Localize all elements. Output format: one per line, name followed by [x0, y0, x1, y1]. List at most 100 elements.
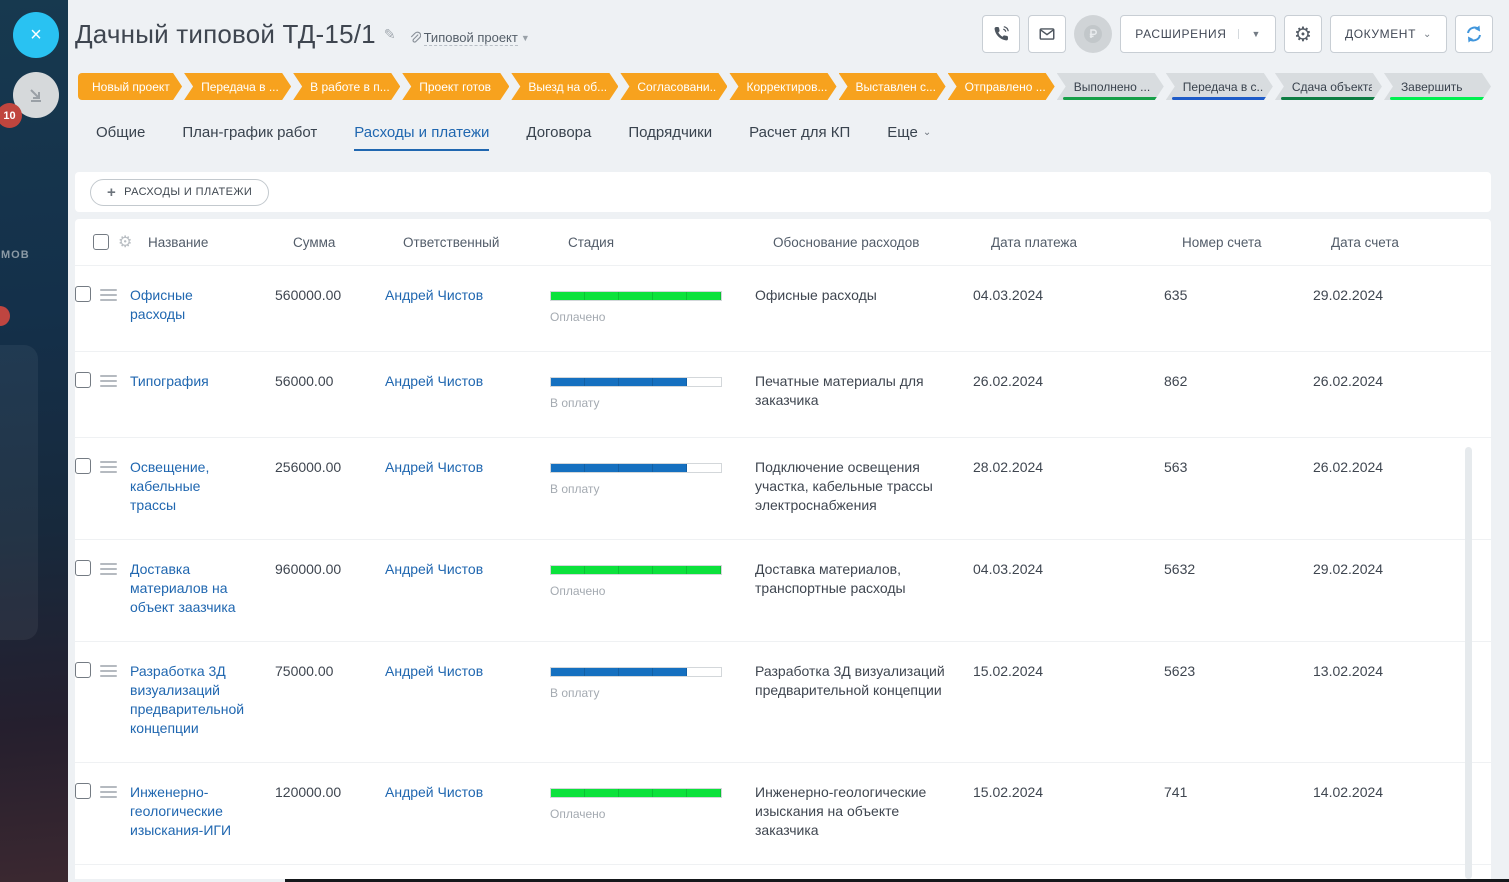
invoice-number-cell: 862 [1164, 373, 1188, 389]
stage-progress-bar [550, 667, 722, 677]
tab-Расходы и платежи[interactable]: Расходы и платежи [354, 124, 490, 151]
row-menu-icon[interactable] [100, 563, 117, 575]
expense-name-link[interactable]: Доставка материалов на объект заазчика [130, 560, 242, 617]
row-checkbox[interactable] [75, 372, 91, 388]
column-header[interactable]: Обоснование расходов [773, 235, 991, 250]
responsible-cell: Андрей Чистов [385, 372, 550, 391]
table-row: Офисные расходы 560000.00 Андрей Чистов Опл… [75, 265, 1491, 351]
expense-name-link[interactable]: Разработка 3Д визуализаций предварительн… [130, 662, 244, 738]
row-menu-icon[interactable] [100, 375, 117, 387]
column-header[interactable]: Название [148, 235, 293, 250]
vertical-scrollbar[interactable] [1465, 447, 1472, 879]
stage-chip[interactable]: Отправлено ... [948, 73, 1055, 100]
stage-chip[interactable]: Выезд на об... [511, 73, 618, 100]
stage-progress-fill [551, 668, 687, 676]
stage-chip[interactable]: Передача в с... [1166, 73, 1273, 100]
expense-name-link[interactable]: Инженерно-геологические изыскания-ИГИ [130, 783, 242, 840]
document-button[interactable]: ДОКУМЕНТ ⌄ [1330, 15, 1447, 53]
row-menu-icon[interactable] [100, 786, 117, 798]
add-expense-label: РАСХОДЫ И ПЛАТЕЖИ [124, 186, 253, 198]
stage-chip[interactable]: Выставлен с... [839, 73, 946, 100]
table-settings-gear-icon[interactable]: ⚙ [118, 232, 148, 252]
tab-Еще[interactable]: Еще ⌄ [887, 124, 931, 151]
stage-chip-label: Выставлен с... [855, 79, 936, 94]
chevron-down-icon: ⌄ [922, 127, 932, 138]
responsible-link[interactable]: Андрей Чистов [385, 662, 483, 681]
stage-chip-label: Согласовани... [637, 79, 718, 94]
tab-Подрядчики[interactable]: Подрядчики [628, 124, 712, 151]
responsible-link[interactable]: Андрей Чистов [385, 372, 483, 391]
responsible-link[interactable]: Андрей Чистов [385, 286, 483, 305]
sum-cell: 56000.00 [275, 373, 334, 389]
row-checkbox[interactable] [75, 560, 91, 576]
row-menu-icon[interactable] [100, 665, 117, 677]
stage-cell: В оплату [550, 372, 755, 413]
topbar: Дачный типовой ТД-15/1 ✎ Типовой проект … [68, 0, 1509, 53]
name-cell: Офисные расходы [130, 286, 275, 324]
extensions-caret-icon[interactable]: ▼ [1238, 29, 1261, 39]
stage-chip-label: Выполнено ... [1073, 79, 1151, 94]
responsible-link[interactable]: Андрей Чистов [385, 783, 483, 802]
select-all-checkbox[interactable] [93, 234, 109, 250]
settings-button[interactable]: ⚙ [1284, 15, 1322, 53]
name-cell: Освещение, кабельные трассы [130, 458, 275, 515]
column-header[interactable]: Дата платежа [991, 235, 1182, 250]
paperclip-icon [410, 31, 421, 43]
stage-chip[interactable]: Согласовани... [620, 73, 727, 100]
document-label: ДОКУМЕНТ [1345, 27, 1417, 41]
close-button[interactable]: × [13, 12, 59, 58]
expand-button[interactable] [1455, 15, 1493, 53]
edit-pencil-icon[interactable]: ✎ [384, 26, 396, 43]
row-checkbox[interactable] [75, 783, 91, 799]
screen: × 10 МОВ Дачный типовой ТД-15/1 ✎ Типово… [0, 0, 1509, 882]
column-header[interactable]: Дата счета [1331, 235, 1491, 250]
tab-label: Еще [887, 124, 918, 141]
main-area: Дачный типовой ТД-15/1 ✎ Типовой проект … [68, 0, 1509, 882]
payment-date-cell: 26.02.2024 [973, 373, 1044, 389]
add-expense-button[interactable]: + РАСХОДЫ И ПЛАТЕЖИ [90, 178, 270, 206]
stage-chip[interactable]: Корректиров... [729, 73, 836, 100]
extensions-button[interactable]: РАСШИРЕНИЯ ▼ [1120, 15, 1276, 53]
stage-chip[interactable]: В работе в п... [293, 73, 400, 100]
ruble-circle-icon [1084, 25, 1103, 43]
stage-chip[interactable]: Сдача объекта [1275, 73, 1382, 100]
row-checkbox[interactable] [75, 286, 91, 302]
row-menu-icon[interactable] [100, 289, 117, 301]
project-type-link[interactable]: Типовой проект ▼ [408, 24, 530, 46]
stage-label: В оплату [550, 482, 600, 496]
call-button[interactable] [982, 15, 1021, 53]
stage-chip[interactable]: Передача в ... [184, 73, 291, 100]
stage-cell: Оплачено [550, 783, 755, 824]
responsible-link[interactable]: Андрей Чистов [385, 560, 483, 579]
tab-label: Договора [526, 124, 592, 141]
column-header[interactable]: Сумма [293, 235, 403, 250]
stage-pipeline: Новый проект Передача в ... В работе в п..… [78, 73, 1491, 100]
expand-sync-icon [1467, 25, 1481, 43]
stage-chip[interactable]: Проект готов [402, 73, 509, 100]
row-menu-icon[interactable] [100, 461, 117, 473]
stage-chip[interactable]: Выполнено ... [1057, 73, 1164, 100]
expense-name-link[interactable]: Освещение, кабельные трассы [130, 458, 242, 515]
expense-name-link[interactable]: Типография [130, 372, 209, 391]
payment-date-cell: 04.03.2024 [973, 287, 1044, 303]
close-icon: × [30, 23, 42, 46]
invoice-date-cell: 29.02.2024 [1313, 287, 1384, 303]
stage-chip[interactable]: Новый проект [78, 73, 182, 100]
justification-text: Офисные расходы [755, 287, 877, 303]
stage-chip[interactable]: Завершить [1384, 73, 1491, 100]
tab-Общие[interactable]: Общие [96, 124, 145, 151]
row-checkbox[interactable] [75, 662, 91, 678]
tab-План-график работ[interactable]: План-график работ [182, 124, 317, 151]
row-checkbox[interactable] [75, 458, 91, 474]
column-header[interactable]: Стадия [568, 235, 773, 250]
tab-Расчет для КП[interactable]: Расчет для КП [749, 124, 850, 151]
stage-progress-bar [550, 463, 722, 473]
column-header[interactable]: Ответственный [403, 235, 568, 250]
tab-Договора[interactable]: Договора [526, 124, 591, 151]
column-header[interactable]: Номер счета [1182, 235, 1331, 250]
responsible-link[interactable]: Андрей Чистов [385, 458, 483, 477]
name-cell: Инженерно-геологические изыскания-ИГИ [130, 783, 275, 840]
invoice-number-cell: 741 [1164, 784, 1188, 800]
expense-name-link[interactable]: Офисные расходы [130, 286, 242, 324]
email-button[interactable] [1028, 15, 1067, 53]
